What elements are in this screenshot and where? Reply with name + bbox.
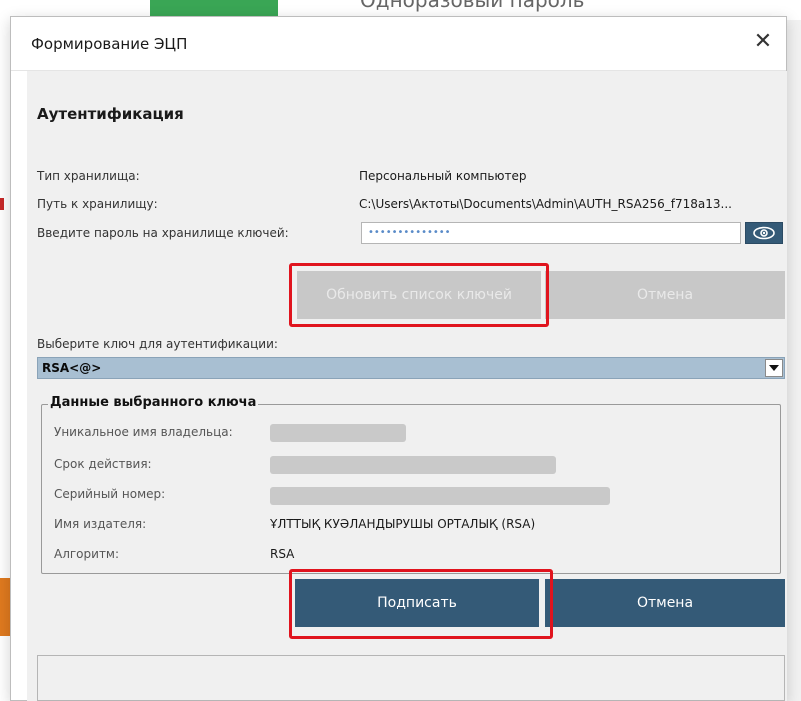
eye-icon: [753, 226, 775, 240]
background-right-edge: [787, 20, 801, 701]
issuer-value: ҰЛТТЫҚ КУӘЛАНДЫРУШЫ ОРТАЛЫҚ (RSA): [270, 517, 536, 531]
selected-key-group: Данные выбранного ключа Уникальное имя в…: [41, 395, 781, 574]
validity-redacted: [270, 456, 556, 474]
background-marker: [0, 198, 4, 210]
dialog-title: Формирование ЭЦП: [31, 35, 188, 53]
algorithm-label: Алгоритм:: [54, 547, 120, 561]
close-icon[interactable]: ✕: [750, 29, 776, 55]
sign-button[interactable]: Подписать: [295, 579, 539, 627]
background-accent: [0, 578, 10, 636]
cancel-top-button[interactable]: Отмена: [545, 271, 785, 319]
status-area: [37, 655, 785, 701]
dialog-content: Аутентификация Тип хранилища: Персональн…: [27, 71, 787, 701]
validity-label: Срок действия:: [54, 457, 152, 471]
show-password-button[interactable]: [745, 222, 783, 244]
serial-redacted: [270, 487, 610, 505]
storage-path-label: Путь к хранилищу:: [37, 197, 158, 211]
algorithm-value: RSA: [270, 547, 295, 561]
sign-dialog: Формирование ЭЦП ✕ Аутентификация Тип хр…: [10, 16, 787, 701]
selected-key-text: RSA<@>: [42, 361, 102, 375]
storage-path-value: C:\Users\Актоты\Documents\Admin\AUTH_RSA…: [359, 197, 732, 211]
password-label: Введите пароль на хранилище ключей:: [37, 226, 289, 240]
storage-type-label: Тип хранилища:: [37, 169, 140, 183]
cancel-button[interactable]: Отмена: [545, 579, 785, 627]
key-select[interactable]: RSA<@>: [37, 357, 785, 379]
serial-label: Серийный номер:: [54, 487, 166, 501]
chevron-down-icon: [769, 365, 779, 371]
dialog-titlebar: Формирование ЭЦП ✕: [11, 17, 786, 71]
choose-key-label: Выберите ключ для аутентификации:: [37, 337, 278, 351]
storage-type-value: Персональный компьютер: [359, 169, 527, 183]
group-title: Данные выбранного ключа: [48, 395, 259, 410]
owner-label: Уникальное имя владельца:: [54, 425, 233, 439]
issuer-label: Имя издателя:: [54, 517, 147, 531]
section-title: Аутентификация: [37, 105, 184, 123]
dropdown-arrow[interactable]: [765, 359, 783, 377]
refresh-keys-button[interactable]: Обновить список ключей: [297, 271, 541, 319]
password-field[interactable]: ••••••••••••••: [361, 222, 741, 244]
background-tab-label: Одноразовый пароль: [360, 0, 585, 12]
owner-redacted: [270, 424, 406, 442]
